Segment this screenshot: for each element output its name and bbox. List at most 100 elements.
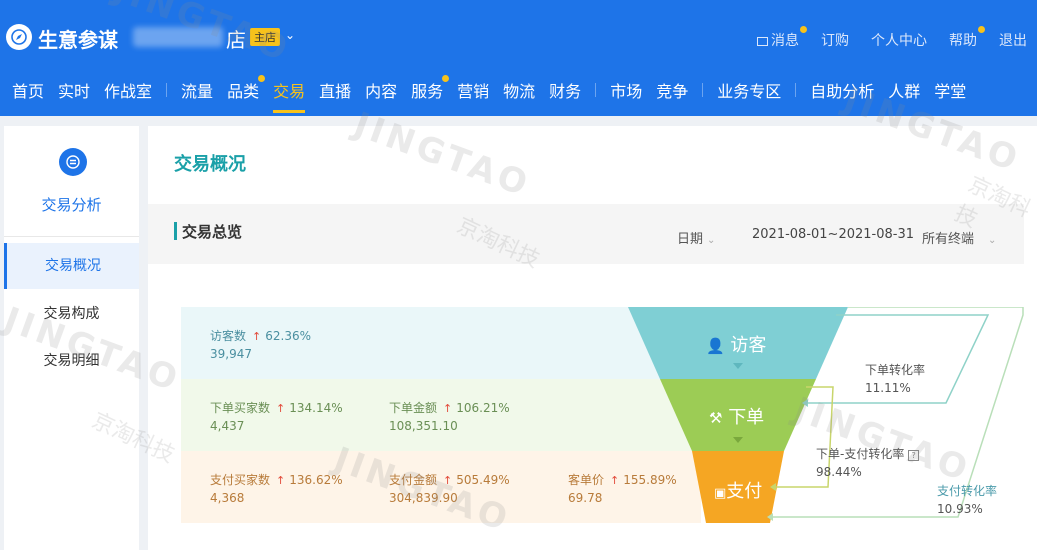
nav-item[interactable]: 营销 [457, 78, 489, 102]
help-icon[interactable]: ? [908, 450, 920, 461]
metric-change: 106.21% [456, 401, 510, 415]
nav-item[interactable]: 直播 [319, 78, 351, 102]
rate-value: 10.93% [937, 502, 983, 516]
date-dropdown[interactable]: 日期 ⌄ [677, 228, 715, 247]
metric-label: 客单价 [568, 473, 605, 487]
nav-item-label: 交易 [273, 82, 306, 101]
sidebar-item-overview[interactable]: 交易概况 [4, 243, 139, 289]
stage-text: 下单 [728, 407, 765, 428]
left-sidebar: 交易分析 交易概况 交易构成 交易明细 [4, 126, 139, 550]
date-label: 日期 [677, 232, 704, 247]
funnel-order-label: ⚒ 下单 [709, 403, 764, 429]
user-icon: 👤 [706, 337, 725, 355]
metric-pay-buyers: 支付买家数 ↑ 136.62% 4,368 [210, 471, 343, 505]
main-shop-badge: 主店 [250, 28, 280, 46]
nav-item-label: 财务 [549, 82, 582, 101]
metric-label: 下单金额 [389, 401, 438, 415]
sidebar-item-composition[interactable]: 交易构成 [4, 291, 139, 337]
top-link-message[interactable]: 消息 [757, 26, 807, 50]
nav-item[interactable]: 物流 [503, 78, 535, 102]
rate-label: 下单-支付转化率 [816, 447, 905, 461]
nav-item-label: 竞争 [656, 82, 689, 101]
top-link-logout[interactable]: 退出 [999, 30, 1027, 50]
page-title: 交易概况 [174, 154, 246, 175]
nav-item[interactable]: 人群 [888, 78, 920, 102]
nav-item[interactable]: 市场 [610, 78, 642, 102]
nav-item[interactable]: 实时 [58, 78, 90, 102]
trade-analysis-icon [59, 148, 87, 176]
terminal-dropdown[interactable]: 所有终端 ⌄ [922, 228, 996, 247]
top-link-subscribe[interactable]: 订购 [821, 30, 849, 50]
nav-item[interactable]: 竞争 [656, 78, 688, 102]
top-link-help[interactable]: 帮助 [949, 26, 985, 50]
metric-value: 39,947 [210, 347, 252, 361]
nav-item[interactable]: 学堂 [934, 78, 966, 102]
nav-separator [795, 83, 797, 97]
stage-text: 支付 [726, 481, 763, 502]
nav-separator [702, 83, 704, 97]
rate-value: 98.44% [816, 465, 862, 479]
nav-item[interactable]: 流量 [181, 78, 213, 102]
nav-item-label: 营销 [457, 82, 490, 101]
nav-item[interactable]: 业务专区 [717, 78, 781, 102]
section-accent-bar [174, 222, 177, 240]
nav-item[interactable]: 服务 [411, 75, 450, 102]
section-header: 交易总览 日期 ⌄ 2021-08-01~2021-08-31 所有终端 ⌄ [148, 204, 1024, 264]
nav-item[interactable]: 内容 [365, 78, 397, 102]
order-conversion-rate: 下单转化率 11.11% [865, 361, 925, 395]
nav-item[interactable]: 品类 [227, 75, 266, 102]
nav-item[interactable]: 交易 [273, 78, 306, 113]
metric-order-amount: 下单金额 ↑ 106.21% 108,351.10 [389, 399, 510, 433]
metric-label: 访客数 [210, 329, 247, 343]
rate-label: 支付转化率 [937, 484, 998, 498]
nav-item-label: 作战室 [104, 82, 153, 101]
nav-item-label: 学堂 [934, 82, 967, 101]
metric-visitors: 访客数 ↑ 62.36% 39,947 [210, 327, 311, 361]
funnel-visitor-label: 👤 访客 [706, 331, 766, 357]
arrow-up-icon: ↑ [443, 402, 453, 415]
metric-value: 304,839.90 [389, 491, 458, 505]
arrow-up-icon: ↑ [252, 330, 262, 343]
wallet-icon: ▣ [714, 486, 727, 501]
nav-item-label: 实时 [58, 82, 91, 101]
top-link-label: 退出 [999, 33, 1027, 49]
top-header: 生意参谋 店 主店 ⌄ 消息 订购 个人中心 帮助 退出 首页 实时 作战室 流量 品类… [0, 0, 1037, 116]
date-range-value: 2021-08-01~2021-08-31 [752, 227, 914, 242]
top-link-label: 帮助 [949, 33, 977, 49]
nav-item-label: 服务 [411, 82, 444, 101]
nav-item[interactable]: 作战室 [104, 78, 152, 102]
notification-dot [978, 26, 985, 33]
nav-item[interactable]: 首页 [12, 78, 44, 102]
main-panel: 交易概况 交易总览 日期 ⌄ 2021-08-01~2021-08-31 所有终端… [148, 126, 1037, 550]
nav-item[interactable]: 财务 [549, 78, 581, 102]
arrow-up-icon: ↑ [443, 474, 453, 487]
nav-item[interactable]: 自助分析 [810, 78, 874, 102]
notification-dot [258, 75, 266, 82]
nav-separator [166, 83, 168, 97]
rate-label: 下单转化率 [865, 363, 926, 377]
metric-value: 4,368 [210, 491, 245, 505]
sidebar-item-details[interactable]: 交易明细 [4, 338, 139, 384]
app-logo-text[interactable]: 生意参谋 [38, 24, 118, 53]
nav-item-label: 人群 [888, 82, 921, 101]
order-pay-conversion-rate: 下单-支付转化率 ? 98.44% [816, 445, 920, 479]
section-title: 交易总览 [182, 223, 243, 241]
nav-separator [595, 83, 597, 97]
top-link-label: 消息 [771, 33, 799, 49]
sidebar-title: 交易分析 [41, 196, 102, 214]
top-link-label: 个人中心 [871, 33, 927, 49]
conversion-funnel: 👤 访客 ⚒ 下单 ▣支付 下单转化率 11.11% 下单-支付转化率 ? 98… [628, 307, 1028, 527]
top-link-profile[interactable]: 个人中心 [871, 30, 927, 50]
pay-band: 支付买家数 ↑ 136.62% 4,368 支付金额 ↑ 505.49% 304,839… [181, 451, 701, 523]
arrow-up-icon: ↑ [276, 474, 286, 487]
metric-change: 62.36% [265, 329, 311, 343]
shop-switch-chevron-icon[interactable]: ⌄ [285, 28, 295, 42]
metric-label: 支付金额 [389, 473, 438, 487]
nav-item-label: 市场 [610, 82, 643, 101]
sidebar-divider [4, 236, 139, 237]
hammer-icon: ⚒ [709, 409, 723, 427]
nav-item-label: 业务专区 [717, 82, 782, 101]
nav-item-label: 首页 [12, 82, 45, 101]
metric-value: 4,437 [210, 419, 245, 433]
shop-name-redacted [133, 27, 223, 47]
